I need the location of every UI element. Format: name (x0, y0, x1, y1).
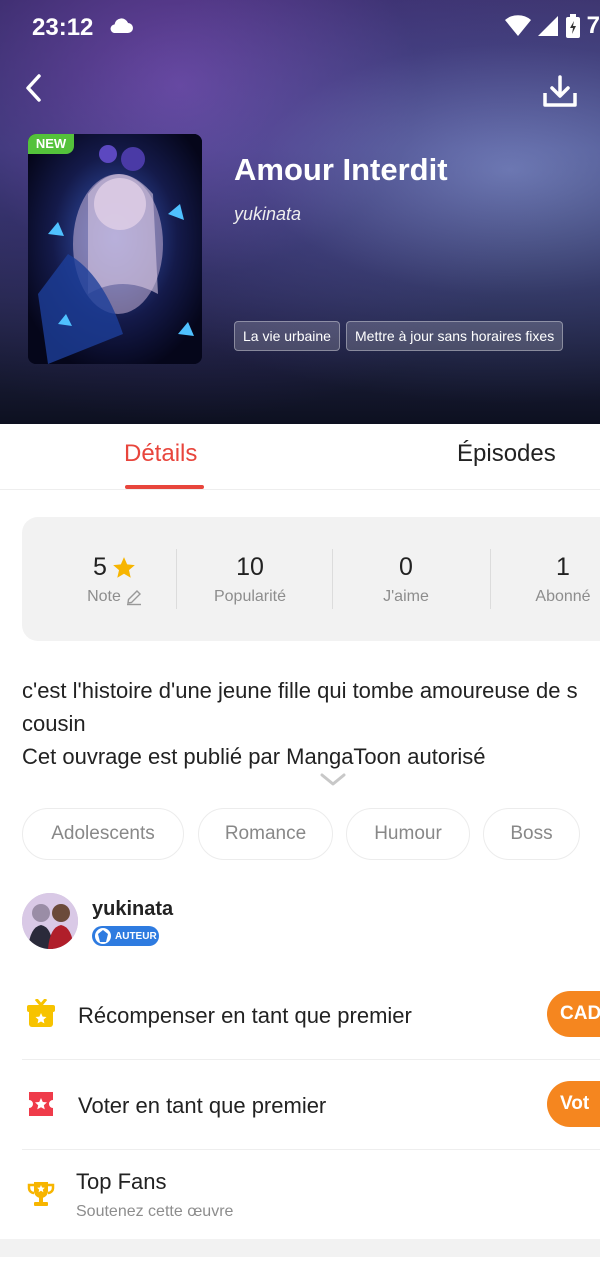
stat-subscribers: 1 Abonné (498, 553, 600, 606)
reward-label: Récompenser en tant que premier (78, 1003, 412, 1028)
signal-icon (537, 16, 558, 36)
description-line: cousin (22, 711, 86, 736)
expand-button[interactable] (319, 772, 347, 793)
vote-label: Voter en tant que premier (78, 1093, 327, 1118)
star-icon (113, 556, 135, 578)
back-button[interactable] (14, 68, 54, 108)
divider (22, 1149, 600, 1150)
tab-bar: Détails Épisodes (0, 424, 600, 490)
status-bar: 23:12 7 (0, 0, 600, 56)
active-tab-indicator (125, 485, 204, 489)
stat-divider (332, 549, 333, 609)
avatar[interactable] (22, 893, 78, 949)
top-fans-subtitle: Soutenez cette œuvre (76, 1203, 234, 1220)
divider (22, 1059, 600, 1060)
book-author[interactable]: yukinata (234, 204, 301, 225)
genre-tag[interactable]: Mettre à jour sans horaires fixes (346, 321, 564, 351)
new-badge: NEW (28, 134, 74, 154)
wifi-icon (504, 15, 531, 36)
status-time: 23:12 (32, 14, 94, 41)
download-button[interactable] (540, 72, 580, 112)
rating-value: 5 (93, 553, 107, 581)
ticket-icon (26, 1089, 56, 1119)
stats-card: 5 Note 10 Popularité 0 J'aime 1 Abonné (22, 517, 600, 641)
book-title: Amour Interdit (234, 152, 448, 187)
tag-pill[interactable]: Adolescents (22, 808, 184, 860)
rating-label: Note (87, 588, 121, 605)
tab-episodes[interactable]: Épisodes (457, 440, 556, 468)
cloud-icon (108, 16, 134, 39)
subscribers-label: Abonné (535, 588, 591, 605)
stat-rating[interactable]: 5 Note (50, 553, 180, 606)
top-fans-label: Top Fans (76, 1169, 167, 1194)
author-badge: AUTEUR (92, 926, 159, 946)
popularity-value: 10 (236, 553, 264, 581)
vote-row[interactable]: Voter en tant que premier (22, 1061, 600, 1151)
book-header: 23:12 7 NEW Amour Interdit yukinata La v… (0, 0, 600, 424)
subscribers-value: 1 (556, 553, 570, 581)
status-icons: 7 (504, 12, 600, 40)
tag-pill[interactable]: Romance (198, 808, 333, 860)
section-separator (0, 1239, 600, 1257)
genre-tag[interactable]: La vie urbaine (234, 321, 340, 351)
author-name[interactable]: yukinata (92, 898, 173, 921)
reward-row[interactable]: Récompenser en tant que premier (22, 971, 600, 1061)
chevron-down-icon (320, 773, 346, 786)
stat-divider (176, 549, 177, 609)
trophy-icon (26, 1179, 56, 1209)
stat-popularity: 10 Popularité (185, 553, 315, 606)
popularity-label: Popularité (213, 588, 287, 605)
edit-icon (126, 590, 141, 606)
gift-icon (26, 998, 56, 1029)
book-cover[interactable] (28, 134, 202, 364)
description-line: Cet ouvrage est publié par MangaToon aut… (22, 744, 486, 769)
download-icon (543, 75, 577, 107)
tag-pill[interactable]: Humour (346, 808, 470, 860)
vote-button[interactable]: Vot (547, 1081, 600, 1127)
likes-label: J'aime (383, 588, 429, 605)
description-line: c'est l'histoire d'une jeune fille qui t… (22, 678, 578, 703)
stat-divider (490, 549, 491, 609)
battery-text: 7 (586, 12, 600, 39)
likes-value: 0 (399, 553, 413, 581)
author-badge-label: AUTEUR (115, 930, 157, 942)
author-badge-icon (95, 928, 111, 944)
tab-details[interactable]: Détails (124, 440, 197, 468)
description[interactable]: c'est l'histoire d'une jeune fille qui t… (22, 674, 600, 773)
gift-button[interactable]: CADE (547, 991, 600, 1037)
battery-icon (565, 14, 580, 38)
stat-likes: 0 J'aime (341, 553, 471, 606)
top-fans-row[interactable]: Top Fans (22, 1151, 600, 1239)
tag-pill[interactable]: Boss (483, 808, 580, 860)
chevron-left-icon (26, 74, 41, 102)
